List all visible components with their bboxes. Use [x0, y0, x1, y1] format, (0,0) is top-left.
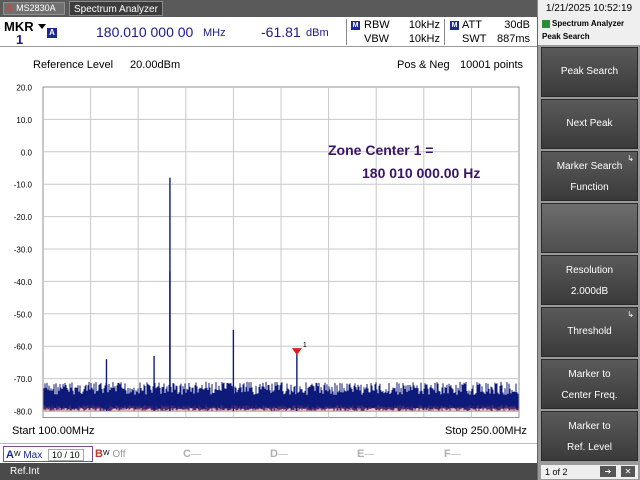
app-title: Spectrum Analyzer [67, 0, 537, 17]
peak-search-button[interactable]: Peak Search [541, 47, 638, 97]
marker-level-unit: dBm [306, 27, 329, 39]
trace-b-letter: B [95, 448, 103, 460]
marker-frequency-unit: MHz [203, 27, 226, 39]
softkey-panel: Spectrum Analyzer Peak Search Peak Searc… [537, 17, 640, 480]
marker-frequency: 180.010 000 00 [96, 24, 194, 40]
trace-d-letter: D [270, 448, 278, 460]
app-tab[interactable]: Spectrum Analyzer [69, 1, 163, 16]
vbw-value: 10kHz [408, 33, 440, 45]
softkey-header-app-label: Spectrum Analyzer [552, 19, 625, 28]
app-icon [542, 19, 550, 28]
marker-number: 1 [16, 32, 24, 47]
threshold-button[interactable]: ↳ Threshold [541, 307, 638, 357]
rbw-label: RBW [364, 19, 390, 31]
trace-e-mode: — [364, 449, 375, 460]
softkey-header-app: Spectrum Analyzer [542, 19, 624, 28]
trace-bar: AW Max 10 / 10 BW Off C— D— E— F— [0, 443, 537, 463]
trace-d-mode: — [277, 449, 288, 460]
divider [346, 19, 347, 45]
marker-number-label: 1 [303, 342, 307, 349]
trace-b-write-flag: W [102, 450, 110, 457]
resolution-value: 2.000dB [570, 286, 609, 297]
vbw-label: VBW [364, 33, 390, 45]
page-number: 1 of 2 [545, 467, 568, 477]
trace-f-mode: — [450, 449, 461, 460]
submenu-arrow-icon: ↳ [627, 310, 634, 319]
zone-center-value: 180 010 000.00 Hz [362, 165, 480, 181]
trace-f-selector[interactable]: F— [444, 446, 461, 462]
marker-search-label-1: Marker Search [556, 161, 623, 172]
datetime: 1/21/2025 10:52:19 [537, 0, 640, 17]
att-label: ATT [462, 19, 482, 31]
softkey-header-menu: Peak Search [542, 32, 590, 41]
brand-logo: /\ MS2830A [3, 2, 65, 15]
resolution-label: Resolution [565, 265, 614, 276]
att-manual-badge: M [450, 21, 459, 30]
softkey-header: Spectrum Analyzer Peak Search [538, 17, 640, 45]
divider [444, 19, 445, 45]
swt-label: SWT [462, 33, 487, 45]
swt-value: 887ms [496, 33, 530, 45]
marker-to-ref-label-2: Ref. Level [566, 442, 613, 453]
trace-a-count: 10 / 10 [48, 449, 84, 461]
marker-to-center-label-1: Marker to [568, 369, 611, 380]
marker-readout-bar: MKR 1 A 180.010 000 00 MHz -61.81 dBm M … [0, 17, 537, 47]
marker-trace-badge: A [47, 28, 57, 38]
status-bar: Ref.Int [0, 463, 537, 480]
trace-c-selector[interactable]: C— [183, 446, 201, 462]
stop-frequency: Stop 250.00MHz [445, 425, 527, 437]
brand-mark: /\ [6, 3, 12, 14]
marker-to-ref-level-button[interactable]: Marker to Ref. Level [541, 411, 638, 461]
trace-a-selector[interactable]: AW Max 10 / 10 [3, 446, 93, 462]
blank-softkey [541, 203, 638, 253]
trace-b-mode: Off [112, 449, 126, 460]
y-tick-label: 0.0 [21, 148, 33, 157]
trace-a-write-flag: W [13, 451, 21, 458]
att-value: 30dB [504, 19, 530, 31]
trace-a-mode: Max [23, 450, 43, 461]
marker-to-center-freq-button[interactable]: Marker to Center Freq. [541, 359, 638, 409]
trace-f-letter: F [444, 448, 451, 460]
close-menu-icon[interactable]: ✕ [621, 466, 635, 477]
plot-panel: Reference Level 20.00dBm Pos & Neg 10001… [0, 47, 537, 443]
y-tick-label: 10.0 [16, 116, 32, 125]
next-page-icon[interactable]: ➔ [600, 466, 616, 477]
title-bar: /\ MS2830A Spectrum Analyzer 1/21/2025 1… [0, 0, 640, 17]
rbw-manual-badge: M [351, 21, 360, 30]
next-peak-label: Next Peak [566, 118, 613, 129]
peak-search-label: Peak Search [560, 66, 619, 77]
y-tick-label: 20.0 [16, 84, 32, 93]
marker-search-function-button[interactable]: ↳ Marker Search Function [541, 151, 638, 201]
trace-a-count-value: 10 [52, 450, 63, 460]
trace-c-letter: C [183, 448, 191, 460]
spectrum-plot[interactable]: 20.0 10.0 0.0 -10.0 -20.0 -30.0 -40.0 -50.0 -60.… [0, 47, 537, 443]
marker-to-center-label-2: Center Freq. [561, 390, 618, 401]
y-tick-label: -10.0 [14, 181, 33, 190]
trace-c-mode: — [190, 449, 201, 460]
threshold-label: Threshold [567, 326, 612, 337]
page-indicator: 1 of 2 ➔ ✕ [541, 465, 638, 479]
start-frequency: Start 100.00MHz [12, 425, 95, 437]
rbw-value: 10kHz [408, 19, 440, 31]
marker-level: -61.81 [261, 24, 301, 40]
y-tick-label: -70.0 [14, 375, 33, 384]
y-tick-label: -20.0 [14, 213, 33, 222]
marker-to-ref-label-1: Marker to [568, 421, 611, 432]
resolution-button[interactable]: Resolution 2.000dB [541, 255, 638, 305]
trace-b-selector[interactable]: BW Off [95, 446, 135, 462]
next-peak-button[interactable]: Next Peak [541, 99, 638, 149]
marker-search-label-2: Function [570, 182, 609, 193]
model-name: MS2830A [16, 3, 56, 13]
chevron-down-icon[interactable] [38, 24, 46, 29]
trace-a-letter: A [6, 449, 14, 461]
trace-a-count-total: 10 [69, 450, 80, 460]
y-tick-label: -40.0 [14, 278, 33, 287]
trace-e-selector[interactable]: E— [357, 446, 374, 462]
y-tick-label: -50.0 [14, 310, 33, 319]
y-tick-label: -30.0 [14, 246, 33, 255]
zone-center-title: Zone Center 1 = [328, 142, 433, 158]
y-tick-label: -80.0 [14, 408, 33, 417]
y-tick-label: -60.0 [14, 343, 33, 352]
trace-d-selector[interactable]: D— [270, 446, 288, 462]
